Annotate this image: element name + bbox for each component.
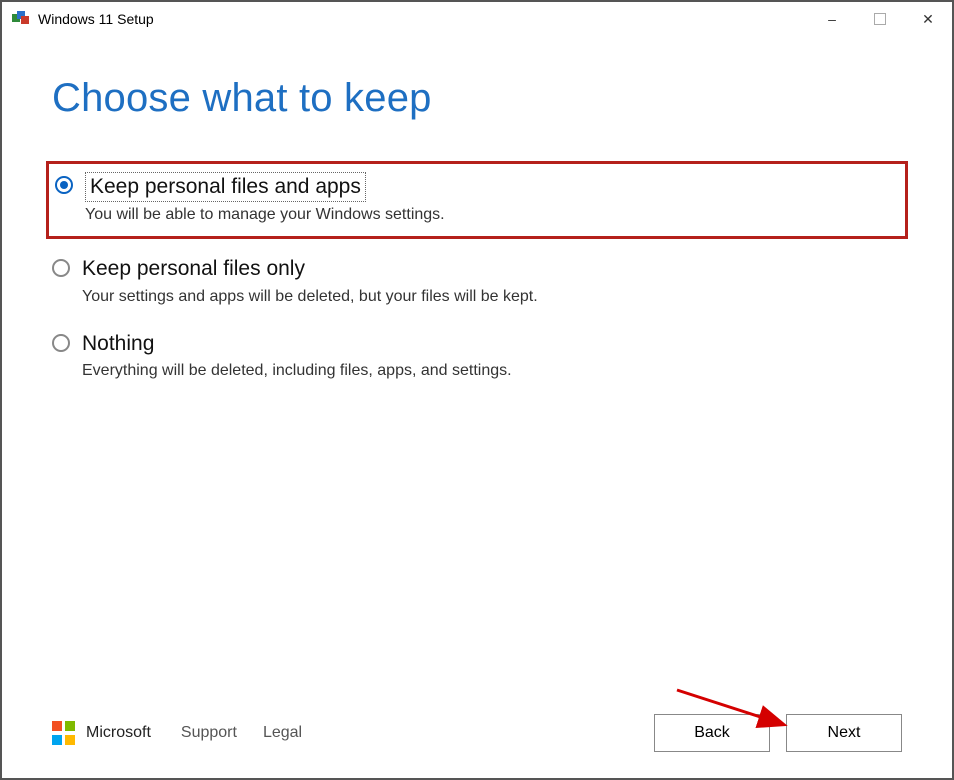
option-description: Your settings and apps will be deleted, … [82, 288, 538, 306]
radio-nothing[interactable] [52, 334, 70, 352]
option-label: Nothing [82, 330, 512, 358]
option-keep-files-and-apps[interactable]: Keep personal files and apps You will be… [46, 161, 908, 239]
setup-window: Windows 11 Setup – ✕ Choose what to keep… [0, 0, 954, 780]
footer: Microsoft Support Legal Back Next [2, 704, 952, 778]
radio-keep-files-and-apps[interactable] [55, 176, 73, 194]
option-label: Keep personal files and apps [85, 172, 366, 202]
back-button[interactable]: Back [654, 714, 770, 752]
content-area: Choose what to keep Keep personal files … [2, 36, 952, 704]
microsoft-logo-icon [52, 721, 76, 745]
option-label: Keep personal files only [82, 255, 538, 283]
next-button[interactable]: Next [786, 714, 902, 752]
option-text: Keep personal files only Your settings a… [82, 255, 538, 305]
minimize-button[interactable]: – [808, 2, 856, 36]
option-description: You will be able to manage your Windows … [85, 206, 445, 224]
brand-text: Microsoft [86, 724, 151, 742]
window-title: Windows 11 Setup [38, 11, 154, 27]
footer-links: Support Legal [181, 724, 302, 742]
close-button[interactable]: ✕ [904, 2, 952, 36]
option-nothing[interactable]: Nothing Everything will be deleted, incl… [52, 324, 902, 398]
page-title: Choose what to keep [52, 76, 902, 121]
option-description: Everything will be deleted, including fi… [82, 362, 512, 380]
legal-link[interactable]: Legal [263, 724, 302, 742]
maximize-button[interactable] [856, 2, 904, 36]
option-keep-files-only[interactable]: Keep personal files only Your settings a… [52, 249, 902, 323]
keep-options-group: Keep personal files and apps You will be… [52, 161, 902, 398]
option-text: Keep personal files and apps You will be… [85, 172, 445, 224]
windows-setup-icon [12, 10, 30, 28]
support-link[interactable]: Support [181, 724, 237, 742]
window-controls: – ✕ [808, 2, 952, 36]
option-text: Nothing Everything will be deleted, incl… [82, 330, 512, 380]
radio-keep-files-only[interactable] [52, 259, 70, 277]
maximize-icon [874, 13, 886, 25]
titlebar: Windows 11 Setup – ✕ [2, 2, 952, 36]
